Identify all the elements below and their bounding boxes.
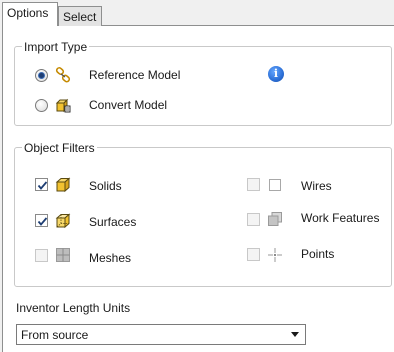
convert-model-radio[interactable] — [35, 99, 48, 112]
chevron-down-icon — [291, 332, 299, 337]
work-features-checkbox[interactable] — [247, 213, 260, 226]
solids-label: Solids — [89, 179, 122, 193]
link-icon — [55, 67, 71, 83]
solids-checkbox[interactable] — [35, 178, 48, 191]
object-filters-legend: Object Filters — [22, 141, 97, 155]
surfaces-checkbox[interactable] — [35, 214, 48, 227]
meshes-checkbox[interactable] — [35, 249, 48, 262]
meshes-label: Meshes — [89, 251, 132, 265]
import-type-group — [14, 46, 392, 126]
wire-icon — [269, 179, 281, 191]
tab-select-label: Select — [63, 10, 97, 24]
convert-model-label: Convert Model — [89, 98, 168, 112]
point-icon — [268, 248, 282, 262]
surfaces-label: Surfaces — [89, 215, 137, 229]
points-checkbox[interactable] — [247, 248, 260, 261]
units-dropdown[interactable]: From source — [16, 324, 306, 345]
solid-cube-icon — [55, 177, 71, 193]
import-type-legend: Import Type — [22, 40, 90, 54]
reference-model-label: Reference Model — [89, 68, 181, 82]
reference-model-radio[interactable] — [35, 69, 48, 82]
units-label: Inventor Length Units — [16, 301, 131, 315]
wires-checkbox[interactable] — [247, 178, 260, 191]
mesh-icon — [56, 248, 70, 262]
work-features-label: Work Features — [301, 211, 380, 225]
points-label: Points — [301, 247, 335, 261]
surface-cube-icon — [55, 213, 71, 229]
info-icon[interactable]: i — [268, 66, 284, 82]
wires-label: Wires — [301, 179, 332, 193]
convert-model-icon — [55, 98, 71, 113]
tab-options-label: Options — [7, 6, 49, 20]
units-selected-value: From source — [21, 328, 89, 342]
info-glyph: i — [273, 67, 279, 80]
work-features-icon — [268, 212, 282, 226]
tab-select[interactable]: Select — [58, 6, 102, 26]
tab-options[interactable]: Options — [2, 2, 58, 26]
